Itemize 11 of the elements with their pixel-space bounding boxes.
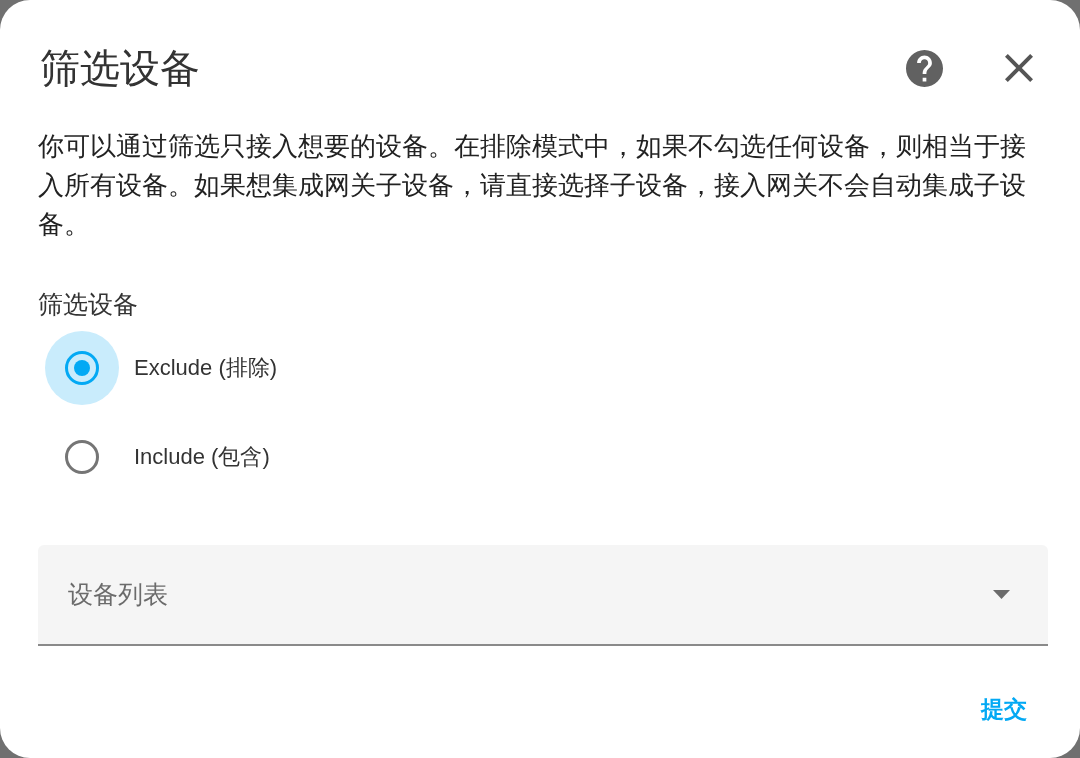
dialog-description: 你可以通过筛选只接入想要的设备。在排除模式中，如果不勾选任何设备，则相当于接入所有设备。如果想集成网关子设备，请直接选择子设备，接入网关不会自动集成子设备。	[38, 130, 1027, 241]
radio-label[interactable]: Exclude (排除)	[134, 353, 278, 383]
radio-label[interactable]: Include (包含)	[134, 442, 270, 472]
help-icon[interactable]	[906, 49, 943, 87]
dialog-title: 筛选设备	[40, 45, 201, 92]
device-select[interactable]: 设备列表	[38, 545, 1048, 646]
caret-icon	[993, 590, 1010, 599]
radio-button[interactable]	[65, 440, 99, 474]
group-label: 筛选设备	[38, 289, 139, 320]
close-icon[interactable]	[1005, 54, 1033, 82]
radio-button[interactable]	[65, 351, 99, 385]
